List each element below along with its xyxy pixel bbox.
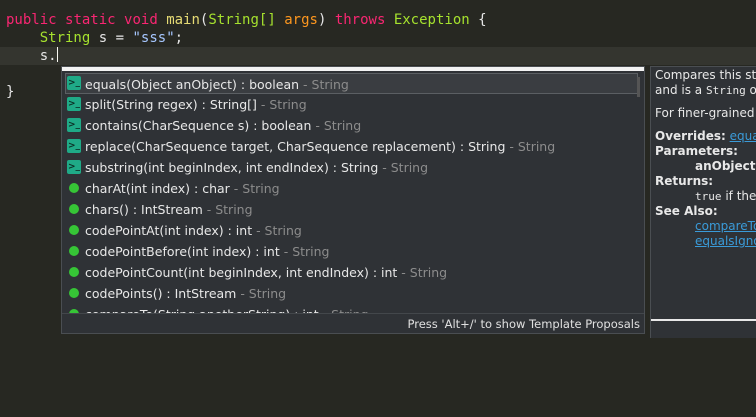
proposal-qualifier: - String (202, 202, 253, 217)
proposal-item[interactable]: >_ split(String regex) : String[] - Strin… (62, 94, 644, 115)
var-type: String (39, 30, 91, 46)
proposal-signature: replace(CharSequence target, CharSequenc… (85, 139, 506, 154)
close-brace: } (6, 84, 15, 100)
proposal-signature: charAt(int index) : char (85, 181, 230, 196)
code-line-5: } (6, 83, 14, 101)
method-template-icon: >_ (67, 97, 81, 111)
proposal-signature: split(String regex) : String[] (85, 97, 257, 112)
proposal-signature: codePointAt(int index) : int (85, 223, 253, 238)
proposal-qualifier: - String (229, 181, 280, 196)
param-type: String[] (208, 12, 276, 28)
param-name: args (284, 12, 318, 28)
proposal-item[interactable]: >_ substring(int beginIndex, int endIndex… (62, 157, 644, 178)
assign-op: = (115, 30, 125, 46)
doc-returns-row: true if the (655, 189, 756, 204)
doc-param-row: anObject T (655, 159, 756, 174)
public-method-icon (69, 288, 79, 298)
public-method-icon (69, 267, 79, 277)
var-name: s (98, 30, 108, 46)
doc-summary-line-3: For finer-grained (655, 106, 755, 120)
public-method-icon (69, 204, 79, 214)
see-also-label: See Also: (655, 204, 718, 218)
proposal-qualifier: - String (505, 139, 556, 154)
proposal-qualifier: - String (378, 160, 429, 175)
returns-desc: if the (721, 189, 756, 203)
doc-see-also: See Also: (655, 204, 756, 219)
proposal-signature: substring(int beginIndex, int endIndex) … (85, 160, 379, 175)
overrides-link[interactable]: equals (730, 129, 756, 143)
open-brace: { (478, 12, 487, 28)
string-literal: "sss" (132, 30, 175, 46)
doc-see-also-row-2: equalsIgno (655, 234, 756, 249)
public-method-icon (69, 225, 79, 235)
keyword-void: void (124, 12, 158, 28)
proposal-signature: equals(Object anObject) : boolean (85, 77, 300, 92)
semicolon: ; (174, 30, 184, 46)
method-template-icon: >_ (67, 139, 81, 153)
doc-summary-line-2: and is a String o (655, 83, 756, 98)
proposal-item[interactable]: codePointCount(int beginIndex, int endIn… (62, 262, 644, 283)
keyword-static: static (65, 12, 116, 28)
param-name-doc: anObject (695, 159, 756, 173)
doc-footer-bar (651, 319, 756, 338)
proposal-signature: codePointBefore(int index) : int (85, 244, 280, 259)
close-paren: ) (317, 12, 327, 28)
doc-code: String (705, 84, 746, 97)
see-also-link-equalsignorecase[interactable]: equalsIgno (695, 234, 756, 248)
proposal-item[interactable]: charAt(int index) : char - String (62, 178, 644, 199)
proposal-qualifier: - String (299, 77, 349, 92)
proposal-item[interactable]: codePointAt(int index) : int - String (62, 220, 644, 241)
method-template-icon: >_ (67, 76, 81, 90)
proposal-item[interactable]: codePointBefore(int index) : int - Strin… (62, 241, 644, 262)
code-line-2: String s = "sss"; (6, 29, 183, 47)
proposal-qualifier: - String (397, 265, 448, 280)
proposal-scrollbar[interactable] (637, 77, 640, 97)
doc-returns: Returns: (655, 174, 756, 189)
proposal-item[interactable]: chars() : IntStream - String (62, 199, 644, 220)
proposal-item[interactable]: >_ contains(CharSequence s) : boolean - S… (62, 115, 644, 136)
text-caret (56, 47, 58, 62)
proposal-item[interactable]: codePoints() : IntStream - String (62, 283, 644, 304)
doc-text: o (745, 83, 756, 97)
proposal-item[interactable]: >_ equals(Object anObject) : boolean - St… (65, 73, 638, 94)
doc-summary-line-1: Compares this str (655, 68, 756, 82)
method-template-icon: >_ (67, 118, 81, 132)
proposal-signature: contains(CharSequence s) : boolean (85, 118, 312, 133)
proposal-list[interactable]: >_ equals(Object anObject) : boolean - St… (62, 73, 644, 315)
proposal-qualifier: - String (252, 223, 302, 238)
code-line-3: s. (6, 47, 58, 65)
public-method-icon (69, 183, 79, 193)
method-name: main (166, 12, 200, 28)
doc-text: and is a (655, 83, 706, 97)
content-assist-popup[interactable]: >_ equals(Object anObject) : boolean - St… (61, 66, 645, 334)
javadoc-hover[interactable]: Compares this str and is a String o For … (650, 66, 756, 338)
popup-top-border (62, 67, 644, 71)
parameters-label: Parameters: (655, 144, 738, 158)
doc-overrides: Overrides: equals (655, 129, 756, 144)
proposal-item[interactable]: >_ replace(CharSequence target, CharSeque… (62, 136, 644, 157)
see-also-link-compareto[interactable]: compareTo (695, 219, 756, 233)
template-proposals-hint: Press 'Alt+/' to show Template Proposals (62, 313, 644, 333)
proposal-qualifier: - String (256, 97, 307, 112)
keyword-public: public (6, 12, 57, 28)
code-line-1: public static void main(String[] args) t… (6, 11, 487, 29)
proposal-qualifier: - String (311, 118, 362, 133)
overrides-label: Overrides: (655, 129, 726, 143)
method-template-icon: >_ (67, 160, 81, 174)
proposal-qualifier: - String (236, 286, 287, 301)
current-line-highlight (0, 47, 756, 65)
proposal-qualifier: - String (279, 244, 330, 259)
doc-see-also-row-1: compareTo (655, 219, 756, 234)
proposal-signature: codePointCount(int beginIndex, int endIn… (85, 265, 398, 280)
doc-parameters: Parameters: (655, 144, 756, 159)
public-method-icon (69, 246, 79, 256)
keyword-throws: throws (334, 12, 386, 28)
proposal-signature: chars() : IntStream (85, 202, 203, 217)
returns-label: Returns: (655, 174, 714, 188)
current-input: s. (39, 48, 57, 64)
returns-code: true (695, 190, 722, 203)
exception-type: Exception (393, 12, 470, 28)
proposal-signature: codePoints() : IntStream (85, 286, 237, 301)
